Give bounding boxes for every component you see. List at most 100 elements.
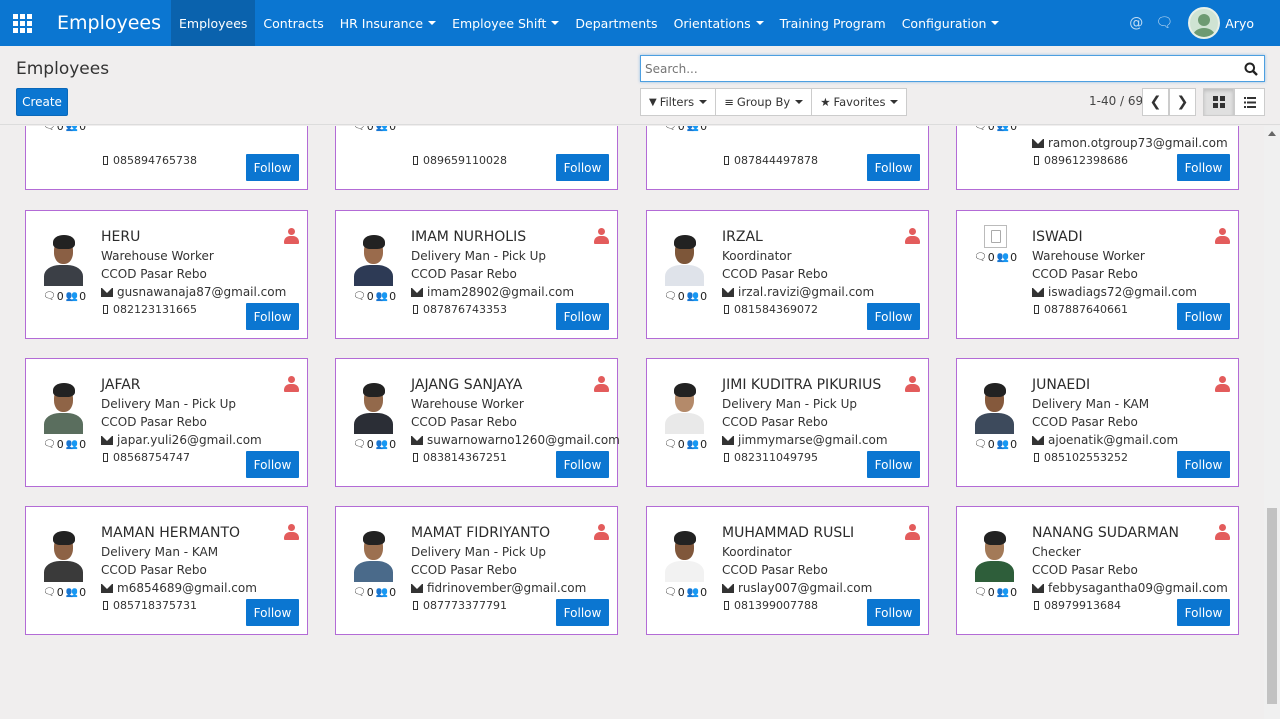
menu-item-departments[interactable]: Departments <box>567 0 665 46</box>
app-switcher-icon[interactable] <box>0 0 44 46</box>
user-avatar[interactable] <box>1188 7 1221 39</box>
employee-card[interactable]: 🗨 0 👥 0 NANANG SUDARMAN Checker CCOD Pasar Reb… <box>956 506 1239 635</box>
menu-item-employee-shift[interactable]: Employee Shift <box>444 0 567 46</box>
kanban-view-button[interactable] <box>1203 88 1234 116</box>
comments-icon: 🗨 <box>974 439 987 450</box>
comments-icon: 🗨 <box>43 291 56 302</box>
employee-phone-text: 087887640661 <box>1044 303 1128 316</box>
pager-previous-button[interactable]: ❮ <box>1142 88 1169 116</box>
employee-email-text: ruslay007@gmail.com <box>738 581 873 595</box>
employee-card[interactable]: 🗨 0 👥 0 MAMAN HERMANTO Delivery Man - KAM CCOD… <box>25 506 308 635</box>
employee-card[interactable]: 🗨 0 👥 0 HERU Warehouse Worker CCOD Pasar Rebo g… <box>25 210 308 339</box>
employee-card[interactable]: 🗨 0 👥 0 MUHAMMAD RUSLI Koordinator CCOD Pasar … <box>646 506 929 635</box>
menu-item-employees[interactable]: Employees <box>171 0 256 46</box>
pager-next-button[interactable]: ❯ <box>1169 88 1196 116</box>
mobile-phone-icon <box>413 601 418 610</box>
scrollbar-thumb[interactable] <box>1267 508 1277 704</box>
follow-button[interactable]: Follow <box>867 154 920 181</box>
employee-job-title: Delivery Man - KAM <box>1032 397 1150 411</box>
groupby-button[interactable]: ≡ Group By <box>716 88 813 116</box>
employee-phone-text: 085894765738 <box>113 154 197 167</box>
menu-item-orientations[interactable]: Orientations <box>666 0 772 46</box>
employee-card[interactable]: 🗨 0 👥 0 MAMAT FIDRIYANTO Delivery Man - Pick … <box>335 506 618 635</box>
follow-button[interactable]: Follow <box>1177 451 1230 478</box>
users-icon: 👥 <box>65 291 79 302</box>
create-button[interactable]: Create <box>16 88 68 116</box>
follow-button[interactable]: Follow <box>556 599 609 626</box>
follow-button[interactable]: Follow <box>556 154 609 181</box>
follow-button[interactable]: Follow <box>867 599 920 626</box>
employee-email: suwarnowarno1260@gmail.com <box>411 433 620 447</box>
follower-count: 0 <box>79 290 87 303</box>
search-input[interactable] <box>645 61 1225 77</box>
mobile-phone-icon <box>413 305 418 314</box>
employee-card[interactable]: 🗨 0 👥 0 JIMI KUDITRA PIKURIUS Delivery Man - … <box>646 358 929 487</box>
follow-button[interactable]: Follow <box>246 154 299 181</box>
employee-card[interactable]: 🗨 0 👥 0 087844497878 Follow <box>646 126 929 190</box>
follow-button[interactable]: Follow <box>246 451 299 478</box>
filter-icon: ▼ <box>649 96 657 108</box>
employee-phone-text: 087773377791 <box>423 599 507 612</box>
envelope-icon <box>411 287 423 297</box>
activity-counts: 🗨 0 👥 0 <box>353 126 396 133</box>
follow-button[interactable]: Follow <box>867 303 920 330</box>
pager-value[interactable]: 1-40 / 69 <box>1089 94 1143 108</box>
employee-job-title: Warehouse Worker <box>101 249 214 263</box>
follower-count: 0 <box>1010 438 1018 451</box>
employee-card[interactable]: 🗨 0 👥 0 089659110028 Follow <box>335 126 618 190</box>
scrollbar[interactable] <box>1264 126 1280 719</box>
search-icon[interactable] <box>1244 62 1258 76</box>
mobile-phone-icon <box>1034 453 1039 462</box>
employee-email-text: jimmymarse@gmail.com <box>738 433 888 447</box>
employee-card[interactable]: 🗨 0 👥 0 ramon.otgroup73@gmail.com 08961239868… <box>956 126 1239 190</box>
search-box <box>640 55 1265 82</box>
caret-down-icon <box>551 21 560 25</box>
chat-bubbles-icon[interactable]: 🗨 <box>1150 15 1178 31</box>
employee-name: MAMAN HERMANTO <box>101 525 241 541</box>
menu-item-hr-insurance[interactable]: HR Insurance <box>332 0 444 46</box>
follow-button[interactable]: Follow <box>1177 303 1230 330</box>
activity-counts: 🗨 0 👥 0 <box>664 438 707 451</box>
follow-button[interactable]: Follow <box>1177 154 1230 181</box>
employee-name: JIMI KUDITRA PIKURIUS <box>722 377 882 393</box>
menu-item-configuration[interactable]: Configuration <box>894 0 1008 46</box>
comments-icon: 🗨 <box>353 439 366 450</box>
employee-card[interactable]: 🗨 0 👥 0 JUNAEDI Delivery Man - KAM CCOD Pasar … <box>956 358 1239 487</box>
follow-button[interactable]: Follow <box>556 303 609 330</box>
employee-phone-text: 081584369072 <box>734 303 818 316</box>
employee-card[interactable]: 🗨 0 👥 0 IRZAL Koordinator CCOD Pasar Rebo irzal… <box>646 210 929 339</box>
menu-item-contracts[interactable]: Contracts <box>255 0 331 46</box>
comments-icon: 🗨 <box>353 587 366 598</box>
at-mention-icon[interactable]: @ <box>1122 15 1150 31</box>
users-icon: 👥 <box>686 587 700 598</box>
favorites-button[interactable]: ★ Favorites <box>812 88 908 116</box>
employee-department: CCOD Pasar Rebo <box>411 563 517 577</box>
follow-button[interactable]: Follow <box>1177 599 1230 626</box>
employee-email: febbysagantha09@gmail.com <box>1032 581 1228 595</box>
envelope-icon <box>1032 583 1044 593</box>
filters-button[interactable]: ▼ Filters <box>640 88 717 116</box>
comments-icon: 🗨 <box>664 439 677 450</box>
employee-phone: 081399007788 <box>722 599 818 612</box>
user-name[interactable]: Aryo <box>1225 16 1254 31</box>
employee-card[interactable]: 🗨 0 👥 0 IMAM NURHOLIS Delivery Man - Pick Up C… <box>335 210 618 339</box>
employee-phone: 08979913684 <box>1032 599 1121 612</box>
scroll-up-arrow-icon[interactable] <box>1268 131 1276 136</box>
users-icon: 👥 <box>65 126 79 132</box>
comments-icon: 🗨 <box>43 126 56 132</box>
employee-card[interactable]: 🗨 0 👥 0 085894765738 Follow <box>25 126 308 190</box>
employee-photo <box>662 527 707 582</box>
follow-button[interactable]: Follow <box>246 599 299 626</box>
search-options: ▼ Filters ≡ Group By ★ Favorites <box>640 88 908 116</box>
employee-card[interactable]: 🗨 0 👥 0 JAJANG SANJAYA Warehouse Worker CCOD P… <box>335 358 620 487</box>
employee-email-text: fidrinovember@gmail.com <box>427 581 587 595</box>
follow-button[interactable]: Follow <box>867 451 920 478</box>
menu-item-training-program[interactable]: Training Program <box>772 0 894 46</box>
follow-button[interactable]: Follow <box>246 303 299 330</box>
list-view-button[interactable] <box>1234 88 1265 116</box>
user-icon <box>284 524 299 540</box>
employee-card[interactable]: 🗨 0 👥 0 JAFAR Delivery Man - Pick Up CCOD Pasa… <box>25 358 308 487</box>
employee-card[interactable]: 🗨 0 👥 0 ISWADI Warehouse Worker CCOD Pasar Reb… <box>956 210 1239 339</box>
follow-button[interactable]: Follow <box>556 451 609 478</box>
employee-name: JAJANG SANJAYA <box>411 377 523 393</box>
